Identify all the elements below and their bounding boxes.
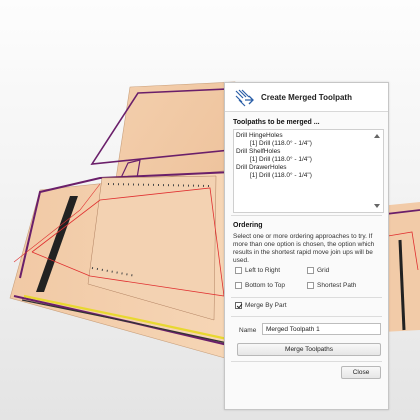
- checkbox-box[interactable]: [307, 267, 314, 274]
- list-item[interactable]: Drill ShelfHoles: [236, 148, 280, 155]
- checkbox-box[interactable]: [235, 282, 242, 289]
- list-item-tool: [1] Drill (118.0° - 1/4"): [250, 172, 312, 179]
- divider: [231, 361, 382, 362]
- checkbox-label: Grid: [317, 267, 330, 274]
- ordering-section-title: Ordering: [233, 222, 263, 229]
- checkbox-box[interactable]: [307, 282, 314, 289]
- list-item[interactable]: Drill HingeHoles: [236, 132, 283, 139]
- bottom-to-top-checkbox[interactable]: Bottom to Top: [235, 282, 285, 289]
- checkbox-label: Left to Right: [245, 267, 281, 274]
- toolpaths-section-title: Toolpaths to be merged ...: [233, 119, 320, 126]
- ordering-description: Select one or more ordering approaches t…: [233, 233, 375, 264]
- merge-toolpaths-button[interactable]: Merge Toolpaths: [237, 343, 381, 356]
- list-item-tool: [1] Drill (118.0° - 1/4"): [250, 140, 312, 147]
- checkbox-label: Merge By Part: [245, 302, 287, 309]
- scroll-up-arrow-icon[interactable]: [374, 134, 380, 138]
- name-input[interactable]: Merged Toolpath 1: [262, 323, 381, 335]
- grid-checkbox[interactable]: Grid: [307, 267, 329, 274]
- checkbox-label: Shortest Path: [317, 282, 357, 289]
- list-item-tool: [1] Drill (118.0° - 1/4"): [250, 156, 312, 163]
- merged-toolpath-icon: [235, 89, 254, 107]
- scroll-down-arrow-icon[interactable]: [374, 204, 380, 208]
- divider: [231, 215, 382, 216]
- create-merged-toolpath-dialog: Create Merged Toolpath Toolpaths to be m…: [224, 82, 389, 410]
- left-to-right-checkbox[interactable]: Left to Right: [235, 267, 280, 274]
- name-label: Name: [239, 327, 257, 334]
- checkbox-label: Bottom to Top: [245, 282, 285, 289]
- divider: [231, 316, 382, 317]
- list-item[interactable]: Drill DrawerHoles: [236, 164, 287, 171]
- dialog-header: Create Merged Toolpath: [225, 83, 388, 112]
- close-button[interactable]: Close: [341, 366, 381, 379]
- dialog-title: Create Merged Toolpath: [261, 93, 352, 102]
- shortest-path-checkbox[interactable]: Shortest Path: [307, 282, 356, 289]
- checkbox-box-checked[interactable]: [235, 302, 242, 309]
- checkbox-box[interactable]: [235, 267, 242, 274]
- merge-by-part-checkbox[interactable]: Merge By Part: [235, 302, 287, 309]
- divider: [231, 297, 382, 298]
- toolpaths-list[interactable]: Drill HingeHoles [1] Drill (118.0° - 1/4…: [233, 129, 384, 213]
